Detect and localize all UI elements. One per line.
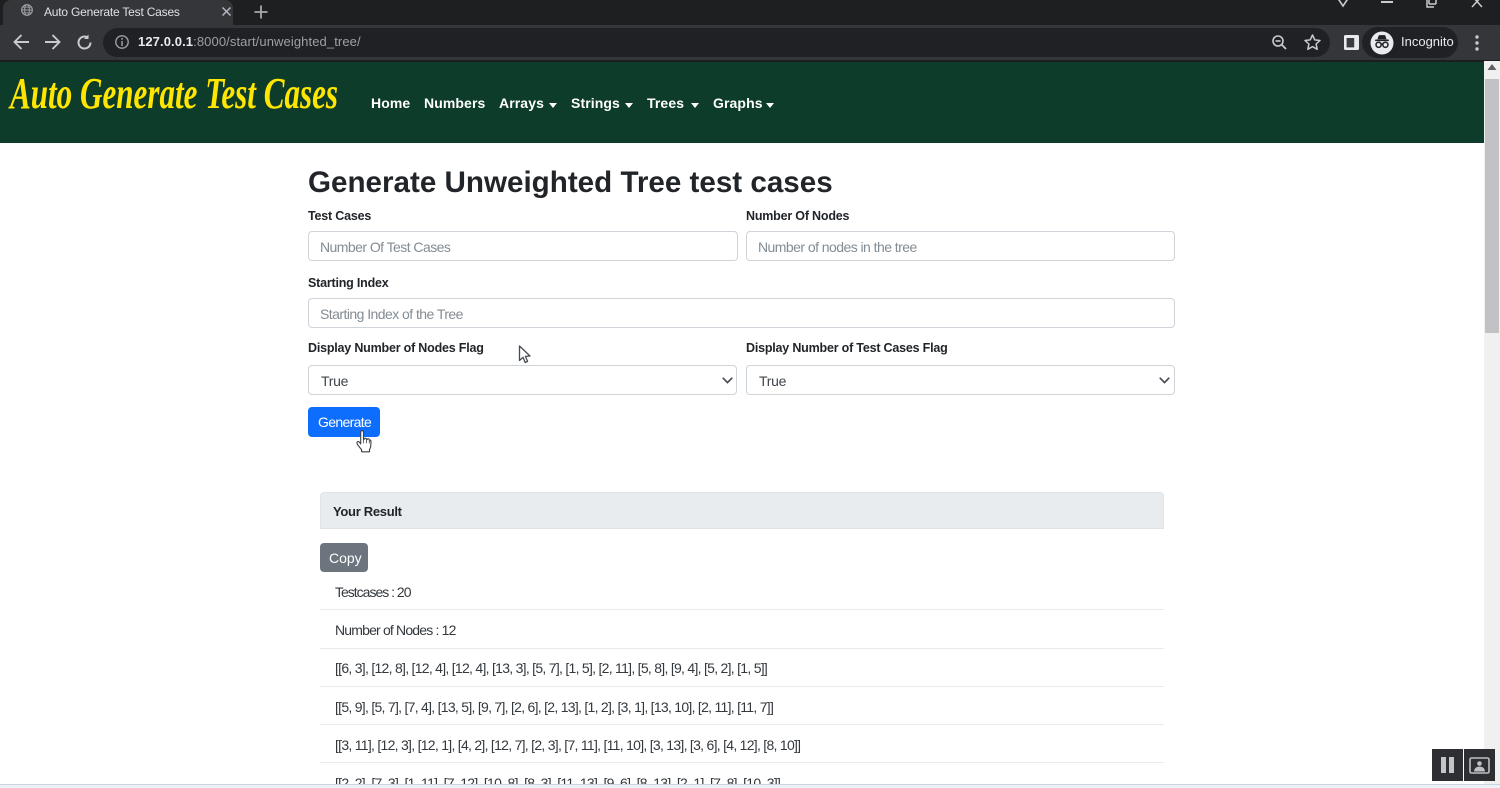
svg-text:Auto Generate Test Cases: Auto Generate Test Cases [8,69,338,118]
